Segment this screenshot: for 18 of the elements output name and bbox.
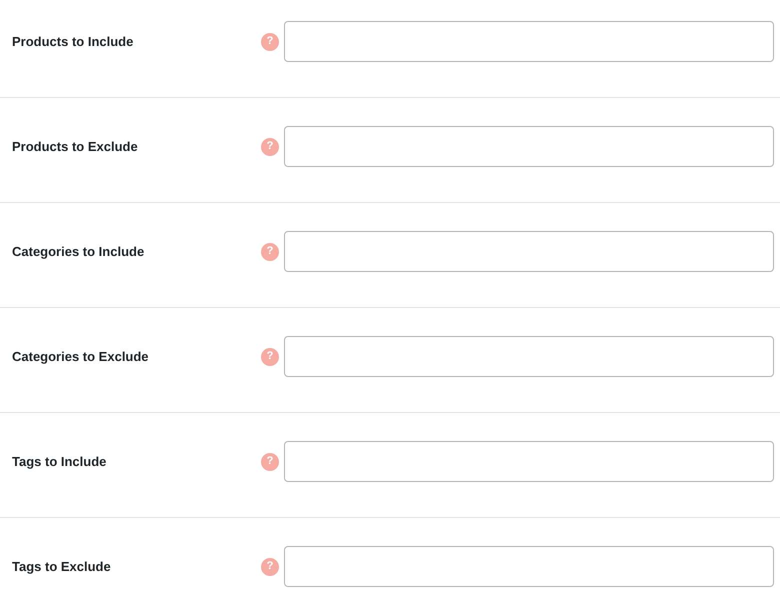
input-field[interactable] [284, 231, 774, 272]
input-field[interactable] [284, 21, 774, 62]
input-field[interactable] [284, 441, 774, 482]
field-label: Tags to Exclude [12, 559, 112, 574]
field-label: Products to Include [12, 34, 134, 49]
field-label: Categories to Exclude [12, 349, 150, 364]
help-icon[interactable]: ? [261, 348, 279, 366]
help-icon[interactable]: ? [261, 242, 279, 260]
field-label: Tags to Include [12, 454, 108, 469]
help-icon[interactable]: ? [261, 32, 279, 50]
help-icon[interactable]: ? [261, 138, 279, 156]
field-label: Categories to Include [12, 244, 146, 259]
help-icon[interactable]: ? [261, 558, 279, 576]
input-field[interactable] [284, 336, 774, 377]
help-icon[interactable]: ? [261, 452, 279, 470]
input-field[interactable] [284, 126, 774, 167]
input-field[interactable] [284, 546, 774, 587]
field-label: Products to Exclude [12, 139, 139, 154]
